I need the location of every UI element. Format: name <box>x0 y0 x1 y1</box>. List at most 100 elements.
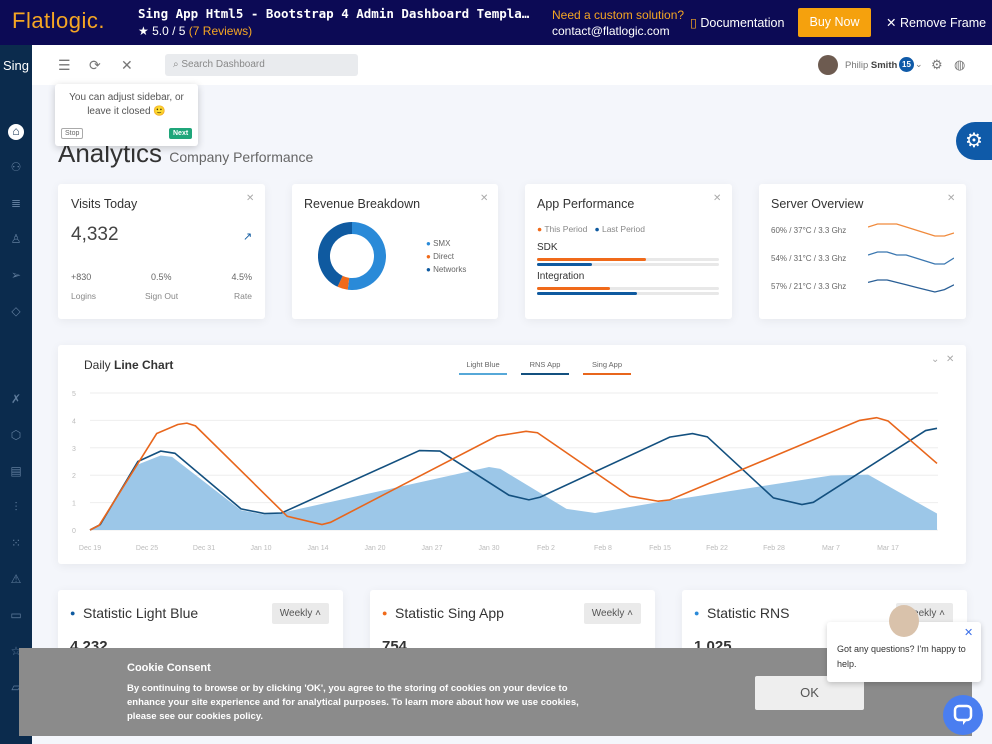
y-tick-label: 3 <box>72 446 76 453</box>
chat-text: Got any questions? I'm happy to help. <box>837 644 966 669</box>
card-title: Visits Today <box>71 197 138 211</box>
tour-stop-button[interactable]: Stop <box>61 128 84 139</box>
legend-last-period: Last Period <box>601 224 645 234</box>
server-sparkline <box>868 223 954 237</box>
product-title: Sing App Html5 - Bootstrap 4 Admin Dashb… <box>138 6 530 21</box>
sparkline-line <box>868 251 954 265</box>
document-icon[interactable]: ▤ <box>8 464 24 480</box>
status-dot: ● <box>70 608 76 618</box>
signout-label: Sign Out <box>145 291 179 301</box>
visits-card: Visits Today ✕ 4,332 ↗ +830 Logins 0.5% … <box>58 184 265 319</box>
donut-slice-networks <box>318 222 353 287</box>
user-icon[interactable]: ♙ <box>8 232 24 248</box>
y-tick-label: 2 <box>72 473 76 480</box>
legend-item: ● SMX <box>426 237 466 250</box>
progress-last-period <box>537 292 719 295</box>
database-icon[interactable]: ≣ <box>8 196 24 212</box>
legend-label: Direct <box>433 252 454 261</box>
documentation-label: Documentation <box>700 16 785 30</box>
progress-fill <box>537 287 610 290</box>
line-chart: 0 1 2 3 4 5 Dec 19 Dec 25 Dec 31 Jan 10 Jan 14 Jan … <box>72 391 938 552</box>
legend-dot: ● <box>426 239 434 248</box>
legend-item: ● Direct <box>426 250 466 263</box>
x-tick-label: Mar 7 <box>822 545 840 552</box>
page-subtitle: Company Performance <box>169 149 314 165</box>
contact-email[interactable]: contact@flatlogic.com <box>552 24 670 38</box>
legend-dot: ● <box>426 265 434 274</box>
close-icon[interactable]: ✕ <box>246 193 254 204</box>
legend-dot: ● <box>426 252 434 261</box>
x-tick-label: Dec 19 <box>79 545 101 552</box>
x-tick-label: Jan 30 <box>478 545 499 552</box>
chat-button[interactable] <box>943 695 983 735</box>
app-performance-card: App Performance ✕ ● This Period ● Last P… <box>525 184 732 319</box>
perf-row-label: SDK <box>537 242 558 253</box>
grid-icon[interactable]: ⁙ <box>8 536 24 552</box>
card-title: App Performance <box>537 197 635 211</box>
period-dropdown[interactable]: Weekly ˄ <box>271 603 329 624</box>
flatlogic-logo[interactable]: Flatlogic. <box>12 8 105 34</box>
progress-last-period <box>537 263 719 266</box>
cookies-policy-link[interactable]: cookies policy. <box>196 711 263 722</box>
alert-icon[interactable]: ⚠ <box>8 572 24 588</box>
home-icon[interactable]: ⌂ <box>8 124 24 140</box>
donut-legend: ● SMX ● Direct ● Networks <box>426 237 466 276</box>
cookie-title: Cookie Consent <box>127 662 211 674</box>
documentation-link[interactable]: ▯ Documentation <box>690 15 784 30</box>
period-dropdown[interactable]: Weekly ˄ <box>583 603 641 624</box>
arrow-up-right-icon: ↗ <box>243 231 253 243</box>
close-icon[interactable]: ✕ <box>947 193 955 204</box>
progress-fill <box>537 258 647 261</box>
layers-icon[interactable]: ▭ <box>8 608 24 624</box>
document-icon: ▯ <box>690 16 697 30</box>
server-stat: 57% / 21°C / 3.3 Ghz <box>771 282 847 291</box>
sidebar-brand[interactable]: Sing <box>3 58 29 73</box>
card-title: Server Overview <box>771 197 864 211</box>
status-dot: ● <box>694 608 700 618</box>
close-icon[interactable]: ✕ <box>121 57 133 74</box>
buy-now-button[interactable]: Buy Now <box>798 8 871 37</box>
x-tick-label: Feb 28 <box>763 545 785 552</box>
x-tick-label: Feb 22 <box>706 545 728 552</box>
perf-row-label: Integration <box>537 271 585 282</box>
refresh-icon[interactable]: ⟳ <box>89 57 101 74</box>
chevron-up-icon: ˄ <box>936 608 945 619</box>
package-icon[interactable]: ⬡ <box>8 428 24 444</box>
revenue-card: Revenue Breakdown ✕ ● SMX ● Direct ● Netwo… <box>292 184 498 319</box>
avatar[interactable] <box>818 55 838 75</box>
users-icon[interactable]: ⚇ <box>8 160 24 176</box>
send-icon[interactable]: ➢ <box>8 268 24 284</box>
chevron-up-icon: ˄ <box>624 608 633 619</box>
reviews-link[interactable]: (7 Reviews) <box>189 24 252 38</box>
tour-text: You can adjust sidebar, or leave it clos… <box>69 92 184 117</box>
server-stat: 54% / 31°C / 3.3 Ghz <box>771 254 847 263</box>
user-name[interactable]: Philip Smith <box>845 60 897 71</box>
gears-icon: ⚙ <box>965 130 983 152</box>
diamond-icon[interactable]: ◇ <box>8 304 24 320</box>
tools-icon[interactable]: ✗ <box>8 392 24 408</box>
promo-bar: Flatlogic. Sing App Html5 - Bootstrap 4 … <box>0 0 992 45</box>
sliders-icon[interactable]: ⫶ <box>8 500 24 516</box>
server-sparkline <box>868 251 954 265</box>
x-tick-label: Feb 15 <box>649 545 671 552</box>
gear-icon[interactable]: ⚙ <box>931 57 943 73</box>
x-tick-label: Jan 20 <box>364 545 385 552</box>
search-input[interactable]: ⌕ Search Dashboard <box>165 54 358 76</box>
chevron-down-icon[interactable]: ⌄ <box>915 59 923 70</box>
globe-icon[interactable]: ◍ <box>954 57 965 73</box>
close-icon[interactable]: ✕ <box>480 193 488 204</box>
remove-frame-button[interactable]: ✕ Remove Frame <box>886 15 986 30</box>
close-icon[interactable]: ✕ <box>713 193 721 204</box>
theme-settings-button[interactable]: ⚙ <box>956 122 992 160</box>
close-icon[interactable]: ✕ <box>964 626 973 639</box>
logins-label: Logins <box>71 291 97 301</box>
y-tick-label: 1 <box>72 501 76 508</box>
x-tick-label: Jan 14 <box>307 545 328 552</box>
chevron-up-icon: ˄ <box>312 608 321 619</box>
rate-label: Rate <box>234 291 252 301</box>
progress-fill <box>537 263 592 266</box>
menu-icon[interactable]: ☰ <box>58 57 71 74</box>
notification-badge[interactable]: 15 <box>899 57 914 72</box>
custom-solution-text: Need a custom solution? <box>552 8 685 22</box>
tour-next-button[interactable]: Next <box>169 128 193 139</box>
